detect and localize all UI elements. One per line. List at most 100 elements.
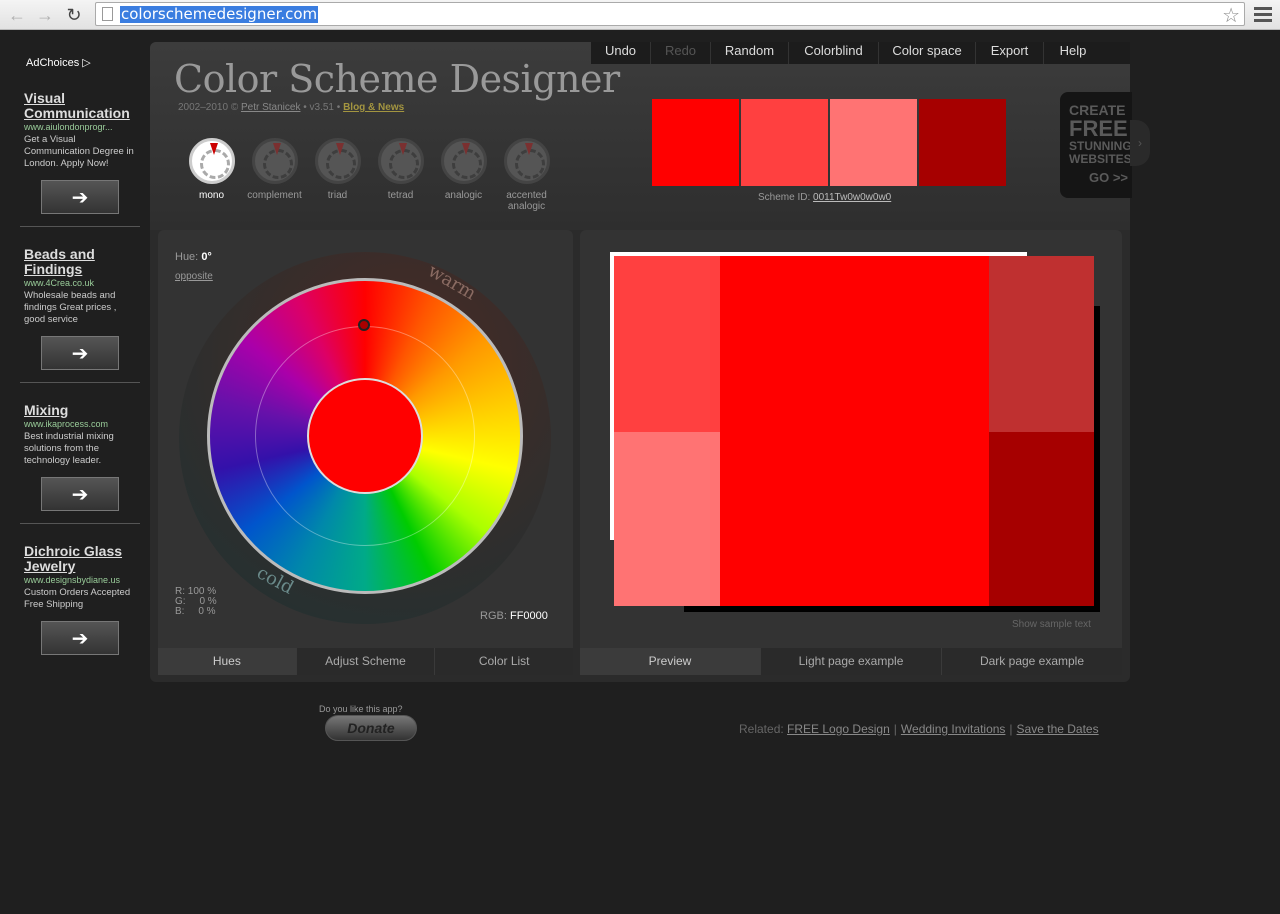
hue-label: Hue: [175,251,199,263]
ad-title[interactable]: Dichroic Glass Jewelry [24,544,136,574]
triad-dial-icon [314,138,361,184]
show-sample-text-link[interactable]: Show sample text [1012,619,1091,630]
scheme-label: triad [327,190,348,201]
tab-dark-page-example[interactable]: Dark page example [941,648,1122,675]
scheme-type-selector: mono complement triad tetrad analogic ac… [180,138,558,212]
ad-desc: Custom Orders Accepted Free Shipping [24,587,131,610]
menu-random[interactable]: Random [711,42,789,64]
scheme-analogic[interactable]: analogic [432,138,495,212]
promo-line: WEBSITES [1069,152,1132,166]
tab-preview[interactable]: Preview [580,648,760,675]
hue-handle[interactable] [358,319,370,331]
copyright-years: 2002–2010 © [178,102,239,113]
swatch-dark[interactable] [919,99,1006,186]
swatch-primary[interactable] [652,99,739,186]
tab-adjust-scheme[interactable]: Adjust Scheme [295,648,435,675]
analogic-dial-icon [440,138,487,184]
related-links: Related: FREE Logo Design | Wedding Invita… [739,722,1099,736]
scheme-id: Scheme ID: 0011Tw0w0w0w0 [758,192,891,203]
tab-hues[interactable]: Hues [158,648,296,675]
hue-value: 0° [201,251,212,263]
ad-go-button[interactable]: ➔ [41,621,119,655]
forward-icon[interactable]: → [34,4,56,26]
scheme-id-link[interactable]: 0011Tw0w0w0w0 [813,192,891,203]
accented-analogic-dial-icon [503,138,550,184]
tab-color-list[interactable]: Color List [434,648,574,675]
ad-desc: Get a Visual Communication Degree in Lon… [24,134,134,169]
back-icon[interactable]: ← [6,4,28,26]
hues-panel: Hue: 0° opposite warm cold R: 100 % G: 0… [158,230,574,675]
ad-title[interactable]: Beads and Findings [24,247,136,277]
ad-item: Beads and Findings www.4Crea.co.uk Whole… [20,247,140,383]
arrow-right-icon: ➔ [71,342,89,365]
adchoices-label[interactable]: AdChoices ▷ [26,56,140,69]
selected-color-disc [307,378,423,494]
preview-dark2-block [989,432,1094,606]
scheme-triad[interactable]: triad [306,138,369,212]
ad-title[interactable]: Visual Communication [24,91,136,121]
color-wheel[interactable] [207,278,523,594]
address-bar[interactable]: colorschemedesigner.com ☆ [95,2,1245,28]
ad-url: www.designsbydiane.us [24,575,121,585]
version: • v3.51 • [303,102,341,113]
donate-button[interactable]: Donate [325,715,417,741]
browser-menu-icon[interactable] [1254,4,1272,24]
arrow-right-icon: ➔ [71,186,89,209]
menu-color-space[interactable]: Color space [879,42,976,64]
promo-banner[interactable]: CREATE FREE STUNNING WEBSITES GO >> [1060,92,1132,198]
preview-main-block [720,256,989,606]
rgb-percent: R: 100 % G: 0 % B: 0 % [175,587,217,617]
opposite-link[interactable]: opposite [175,271,213,282]
top-menu: Undo Redo Random Colorblind Color space … [591,42,1130,64]
menu-export[interactable]: Export [976,42,1044,64]
ad-desc: Best industrial mixing solutions from th… [24,431,114,466]
ad-title[interactable]: Mixing [24,403,136,418]
ad-url: www.aiulondonprogr... [24,122,113,132]
scheme-swatches [652,99,1008,186]
tab-light-page-example[interactable]: Light page example [760,648,941,675]
app-logo: Color Scheme Designer [174,57,620,101]
chevron-right-icon[interactable]: › [1130,120,1150,166]
ad-desc: Wholesale beads and findings Great price… [24,290,117,325]
related-link-wedding[interactable]: Wedding Invitations [901,722,1006,736]
right-tabs: Preview Light page example Dark page exa… [580,648,1122,675]
menu-redo[interactable]: Redo [651,42,711,64]
related-label: Related: [739,722,784,736]
app-panel: Color Scheme Designer 2002–2010 © Petr S… [150,42,1150,682]
scheme-accented-analogic[interactable]: accented analogic [495,138,558,212]
rgb-label: RGB: [480,610,507,622]
preview-light2-block [614,432,720,606]
browser-toolbar: ← → ↻ colorschemedesigner.com ☆ [0,0,1280,30]
ad-go-button[interactable]: ➔ [41,180,119,214]
bookmark-star-icon[interactable]: ☆ [1222,3,1240,28]
author-link[interactable]: Petr Stanicek [241,102,300,113]
menu-help[interactable]: Help [1044,42,1102,64]
scheme-mono[interactable]: mono [180,138,243,212]
scheme-label: tetrad [387,190,414,201]
menu-colorblind[interactable]: Colorblind [789,42,879,64]
related-link-save-dates[interactable]: Save the Dates [1017,722,1099,736]
related-link-logo[interactable]: FREE Logo Design [787,722,890,736]
menu-undo[interactable]: Undo [591,42,651,64]
ad-item: Dichroic Glass Jewelry www.designsbydian… [20,544,140,667]
blog-link[interactable]: Blog & News [343,102,404,113]
scheme-complement[interactable]: complement [243,138,306,212]
ad-go-button[interactable]: ➔ [41,477,119,511]
ad-item: Visual Communication www.aiulondonprogr.… [20,91,140,227]
promo-line: FREE [1069,116,1128,141]
swatch-light[interactable] [741,99,828,186]
preview-light1-block [614,256,720,432]
arrow-right-icon: ➔ [71,483,89,506]
scheme-label: analogic [444,190,483,201]
swatch-lighter[interactable] [830,99,917,186]
tetrad-dial-icon [377,138,424,184]
mono-dial-icon [188,138,235,184]
scheme-label: complement [247,190,302,201]
complement-dial-icon [251,138,298,184]
url-text[interactable]: colorschemedesigner.com [120,6,319,23]
page-icon [102,7,113,21]
ad-go-button[interactable]: ➔ [41,336,119,370]
reload-icon[interactable]: ↻ [63,4,85,26]
promo-go: GO >> [1089,170,1129,185]
scheme-tetrad[interactable]: tetrad [369,138,432,212]
